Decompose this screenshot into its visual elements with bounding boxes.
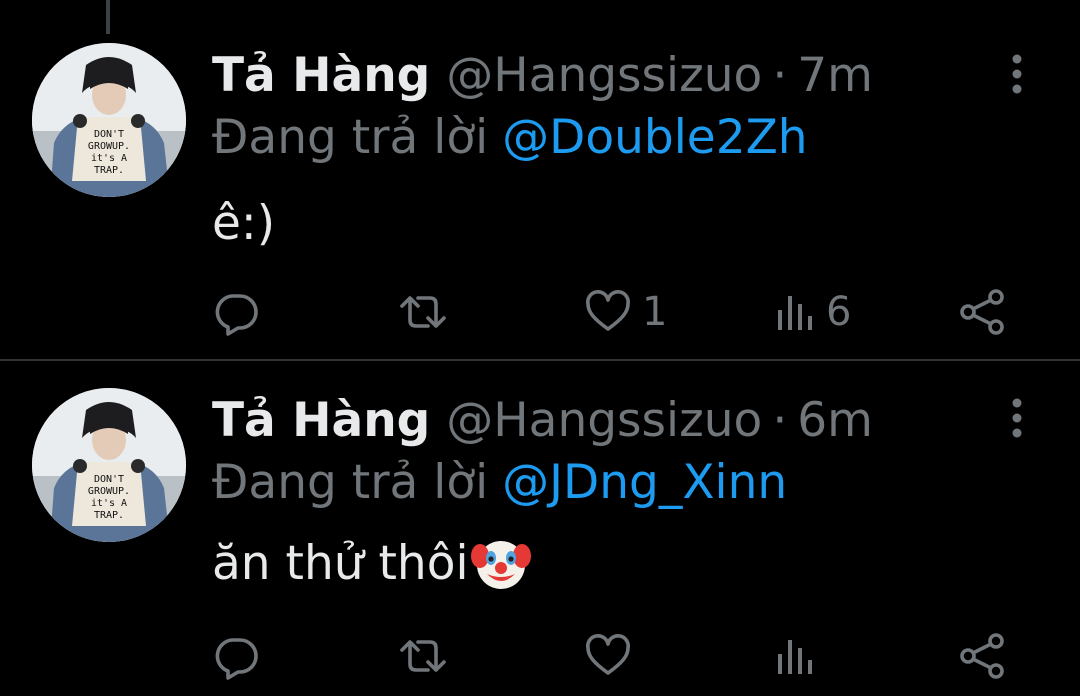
tweet-text-content: ăn thử thôi — [212, 536, 469, 591]
replying-to-label: Đang trả lời — [212, 455, 489, 510]
tweet-header: Tả Hàng @Hangssizuo · 7m — [212, 46, 873, 106]
avatar[interactable]: DON'T GROWUP. it's A TRAP. — [32, 43, 186, 197]
more-options-button[interactable] — [1000, 396, 1034, 442]
reply-icon — [215, 294, 258, 336]
replying-to-link[interactable]: @Double2Zh — [502, 110, 807, 165]
svg-text:DON'T: DON'T — [94, 129, 124, 140]
tweet-text: ê:) — [212, 194, 275, 254]
share-icon — [960, 633, 1004, 679]
retweet-button[interactable] — [396, 282, 450, 342]
separator-dot: · — [772, 393, 788, 448]
tweet-divider — [0, 359, 1080, 361]
retweet-button[interactable] — [396, 626, 450, 686]
author-name[interactable]: Tả Hàng — [212, 46, 430, 106]
reply-button[interactable] — [212, 282, 260, 342]
tweet-text: ăn thử thôi — [212, 534, 531, 594]
tweet[interactable]: DON'T GROWUP. it's A TRAP. Tả Hàng @Hang… — [0, 362, 1080, 696]
author-name[interactable]: Tả Hàng — [212, 391, 430, 451]
tweet-actions — [0, 626, 1080, 686]
views-button[interactable]: 6 — [774, 282, 851, 342]
views-icon — [778, 296, 812, 330]
svg-text:it's A: it's A — [91, 153, 127, 164]
author-handle[interactable]: @Hangssizuo — [446, 391, 762, 451]
avatar-image: DON'T GROWUP. it's A TRAP. — [32, 43, 186, 197]
views-button[interactable] — [774, 626, 826, 686]
timestamp[interactable]: 7m — [797, 46, 873, 106]
share-icon — [960, 289, 1004, 335]
like-count: 1 — [642, 289, 668, 335]
replying-to-line: Đang trả lời @Double2Zh — [212, 108, 808, 168]
replying-to-line: Đang trả lời @JDng_Xinn — [212, 453, 787, 513]
avatar-image: DON'T GROWUP. it's A TRAP. — [32, 388, 186, 542]
timestamp[interactable]: 6m — [797, 391, 873, 451]
tweet-actions: 1 6 — [0, 282, 1080, 342]
separator-dot: · — [772, 48, 788, 103]
heart-icon — [586, 290, 630, 331]
svg-text:TRAP.: TRAP. — [94, 165, 124, 176]
clown-face-icon — [470, 541, 531, 589]
tweet-header: Tả Hàng @Hangssizuo · 6m — [212, 391, 873, 451]
tweet-text-content: ê:) — [212, 196, 276, 251]
views-icon — [778, 640, 812, 674]
like-button[interactable]: 1 — [584, 282, 667, 342]
svg-text:it's A: it's A — [91, 498, 127, 509]
view-count: 6 — [826, 289, 852, 335]
more-options-icon — [1012, 398, 1022, 438]
more-options-icon — [1012, 54, 1022, 94]
share-button[interactable] — [958, 282, 1008, 342]
avatar[interactable]: DON'T GROWUP. it's A TRAP. — [32, 388, 186, 542]
more-options-button[interactable] — [1000, 52, 1034, 98]
svg-text:TRAP.: TRAP. — [94, 510, 124, 521]
retweet-icon — [400, 296, 446, 328]
share-button[interactable] — [958, 626, 1008, 686]
like-button[interactable] — [584, 626, 642, 686]
svg-text:GROWUP.: GROWUP. — [88, 141, 130, 152]
replying-to-label: Đang trả lời — [212, 110, 489, 165]
author-handle[interactable]: @Hangssizuo — [446, 46, 762, 106]
reply-icon — [215, 638, 258, 680]
tweet[interactable]: DON'T GROWUP. it's A TRAP. Tả Hàng @Hang… — [0, 0, 1080, 360]
heart-icon — [586, 634, 630, 675]
svg-text:GROWUP.: GROWUP. — [88, 486, 130, 497]
retweet-icon — [400, 640, 446, 672]
svg-text:DON'T: DON'T — [94, 474, 124, 485]
replying-to-link[interactable]: @JDng_Xinn — [502, 455, 787, 510]
reply-button[interactable] — [212, 626, 260, 686]
